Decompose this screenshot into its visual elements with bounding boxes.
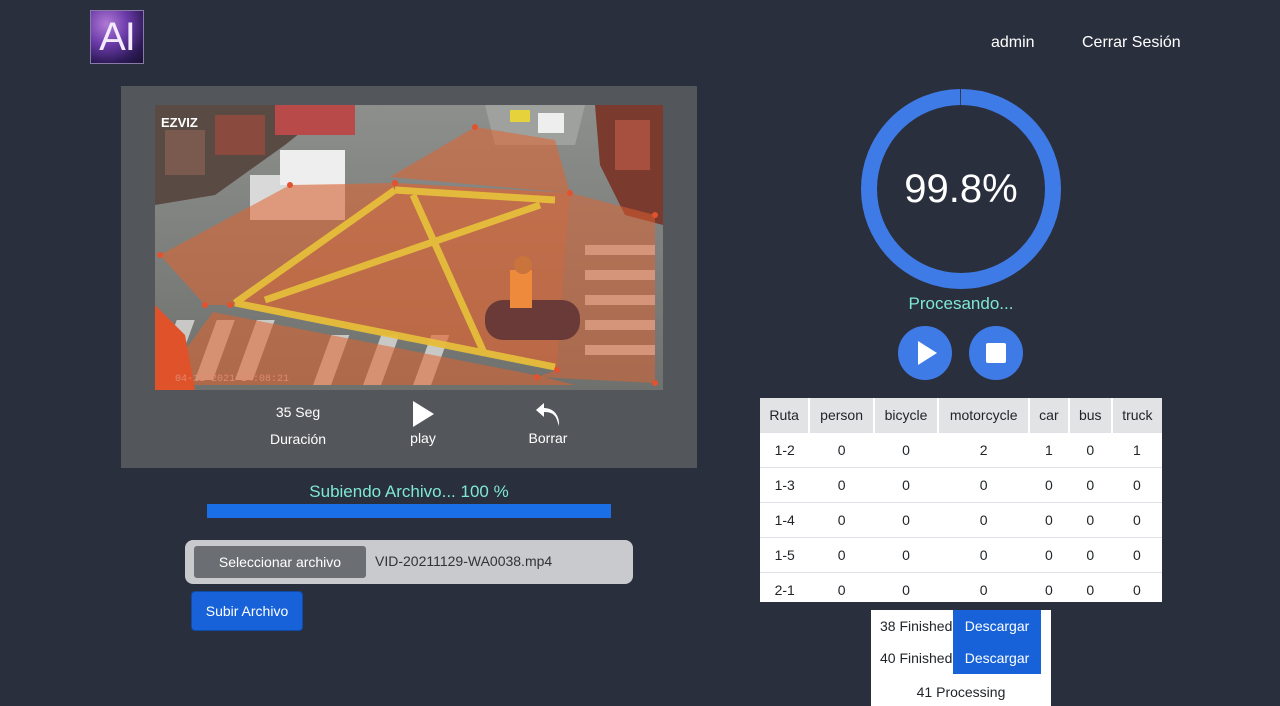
upload-status-text: Subiendo Archivo... 100 % [309, 482, 509, 501]
table-cell: 0 [809, 572, 874, 602]
table-cell: 0 [938, 467, 1030, 503]
table-cell: 0 [873, 537, 939, 573]
video-timestamp-overlay: 04-11-2021 14:08:21 [175, 374, 289, 385]
column-header: bicycle [873, 398, 940, 433]
table-cell: 0 [1111, 502, 1162, 538]
job-status: 38 Finished [880, 618, 953, 634]
stop-icon [986, 343, 1006, 363]
table-cell: 1-2 [760, 432, 810, 468]
column-header: person [809, 398, 875, 433]
video-brand-watermark: EZVIZ [161, 115, 198, 130]
user-menu-link[interactable]: admin [991, 34, 1035, 52]
table-row: 1-5 0 0 0 0 0 0 [760, 537, 1162, 573]
table-cell: 0 [1111, 572, 1162, 602]
jobs-list: 38 Finished Descargar 40 Finished Descar… [871, 610, 1051, 706]
upload-progress-bar [207, 504, 611, 518]
table-cell: 0 [1068, 572, 1112, 602]
table-cell: 0 [1068, 537, 1112, 573]
table-row: 2-1 0 0 0 0 0 0 [760, 572, 1162, 602]
download-button[interactable]: Descargar [953, 610, 1041, 642]
column-header: truck [1111, 398, 1162, 433]
processing-progress-ring: 99.8% [858, 86, 1064, 292]
table-cell: 0 [1068, 502, 1112, 538]
download-button[interactable]: Descargar [953, 642, 1041, 674]
video-frame-image: EZVIZ 04-11-2021 14:08:21 [155, 105, 663, 390]
start-processing-button[interactable] [898, 326, 952, 380]
play-icon [918, 341, 937, 365]
table-cell: 0 [809, 432, 874, 468]
duration-label: Duración [269, 431, 327, 447]
table-cell: 1 [1029, 432, 1069, 468]
file-input-group: Seleccionar archivo VID-20211129-WA0038.… [185, 540, 633, 584]
list-item: 38 Finished Descargar [871, 610, 1051, 642]
table-cell: 1-3 [760, 467, 810, 503]
table-cell: 0 [873, 502, 939, 538]
play-icon [413, 401, 434, 427]
select-file-button[interactable]: Seleccionar archivo [194, 546, 366, 578]
list-item: 40 Finished Descargar [871, 642, 1051, 674]
table-cell: 2 [938, 432, 1030, 468]
table-cell: 0 [938, 572, 1030, 602]
duration-display: 35 Seg Duración [256, 404, 340, 447]
table-row: 1-4 0 0 0 0 0 0 [760, 502, 1162, 538]
table-row: 1-3 0 0 0 0 0 0 [760, 467, 1162, 503]
table-cell: 0 [1029, 502, 1069, 538]
table-header-row: Ruta person bicycle motorcycle car bus t… [760, 398, 1162, 433]
job-status: 41 Processing [916, 684, 1006, 700]
processing-percent: 99.8% [904, 166, 1018, 211]
table-cell: 0 [809, 502, 874, 538]
column-header: Ruta [760, 398, 811, 433]
table-cell: 0 [873, 467, 939, 503]
video-preview[interactable]: EZVIZ 04-11-2021 14:08:21 [155, 105, 663, 390]
column-header: car [1029, 398, 1070, 433]
table-cell: 0 [1111, 467, 1162, 503]
processing-status-text: Procesando... [908, 294, 1014, 313]
column-header: motorcycle [938, 398, 1031, 433]
table-cell: 0 [873, 572, 939, 602]
video-panel: EZVIZ 04-11-2021 14:08:21 35 Seg Duració… [121, 86, 697, 468]
table-cell: 0 [809, 467, 874, 503]
upload-progress-fill [207, 504, 611, 518]
app-logo: AI [90, 10, 144, 64]
table-cell: 0 [1029, 537, 1069, 573]
selected-file-name: VID-20211129-WA0038.mp4 [375, 553, 553, 569]
table-cell: 0 [873, 432, 939, 468]
play-control[interactable]: play [393, 400, 453, 446]
table-cell: 1 [1111, 432, 1162, 468]
undo-icon [536, 403, 560, 426]
table-cell: 0 [1068, 467, 1112, 503]
table-cell: 0 [1111, 537, 1162, 573]
results-table: Ruta person bicycle motorcycle car bus t… [760, 398, 1162, 602]
table-row: 1-2 0 0 2 1 0 1 [760, 432, 1162, 468]
table-cell: 0 [938, 537, 1030, 573]
delete-label: Borrar [528, 430, 568, 446]
stop-processing-button[interactable] [969, 326, 1023, 380]
table-cell: 1-4 [760, 502, 810, 538]
list-item: 41 Processing [871, 674, 1051, 706]
column-header: bus [1068, 398, 1113, 433]
table-cell: 2-1 [760, 572, 810, 602]
delete-control[interactable]: Borrar [518, 400, 578, 446]
table-cell: 0 [1068, 432, 1112, 468]
logout-link[interactable]: Cerrar Sesión [1082, 34, 1181, 52]
results-table-container[interactable]: Ruta person bicycle motorcycle car bus t… [760, 398, 1162, 602]
job-status: 40 Finished [880, 650, 953, 666]
table-cell: 1-5 [760, 537, 810, 573]
table-cell: 0 [809, 537, 874, 573]
table-cell: 0 [1029, 467, 1069, 503]
duration-value: 35 Seg [275, 404, 321, 420]
play-label: play [410, 430, 436, 446]
upload-file-button[interactable]: Subir Archivo [191, 591, 303, 631]
table-cell: 0 [938, 502, 1030, 538]
table-cell: 0 [1029, 572, 1069, 602]
